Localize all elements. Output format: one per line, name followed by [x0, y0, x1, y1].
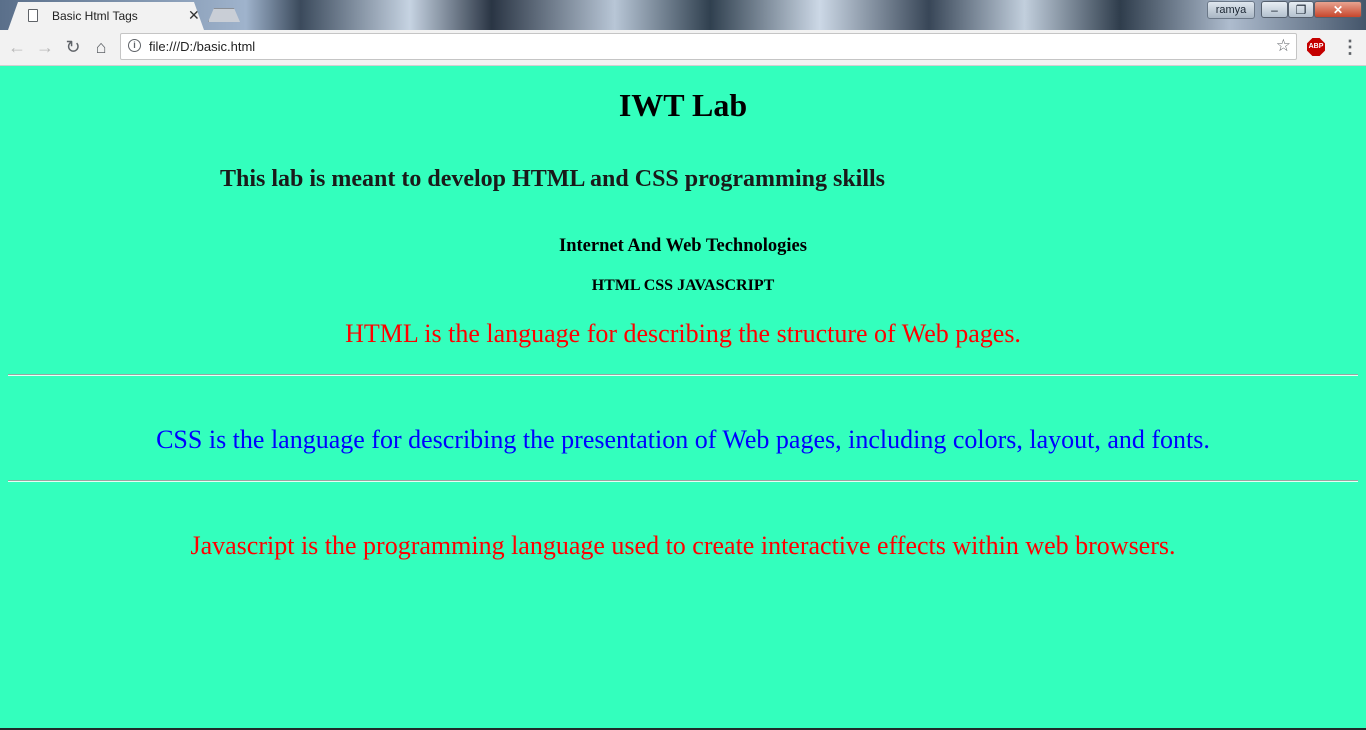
profile-button[interactable]: ramya — [1207, 1, 1255, 19]
javascript-paragraph: Javascript is the programming language u… — [190, 531, 1176, 560]
maximize-button[interactable]: ❐ — [1288, 1, 1314, 18]
close-window-button[interactable]: ✕ — [1314, 1, 1362, 18]
page-heading: IWT Lab — [618, 87, 748, 123]
topics-heading: HTML CSS JAVASCRIPT — [591, 277, 775, 294]
forward-arrow-icon[interactable]: → — [35, 37, 55, 57]
page-content: IWT Lab This lab is meant to develop HTM… — [0, 66, 1366, 728]
browser-toolbar: ← → ↻ ⌂ i file:///D:/basic.html ☆ ABP ⋮ — [0, 30, 1366, 66]
page-icon — [28, 9, 38, 22]
bookmark-star-icon[interactable]: ☆ — [1276, 36, 1291, 56]
tab-title: Basic Html Tags — [52, 9, 138, 23]
html-paragraph: HTML is the language for describing the … — [345, 319, 1021, 348]
lab-description-heading: This lab is meant to develop HTML and CS… — [220, 166, 886, 192]
new-tab-button[interactable] — [208, 8, 240, 22]
reload-icon[interactable]: ↻ — [63, 37, 83, 57]
horizontal-rule — [8, 480, 1358, 482]
browser-menu-icon[interactable]: ⋮ — [1341, 37, 1359, 57]
url-text[interactable]: file:///D:/basic.html — [149, 39, 255, 54]
address-bar[interactable]: i file:///D:/basic.html ☆ — [120, 33, 1297, 60]
browser-tab[interactable]: Basic Html Tags ✕ — [8, 2, 204, 30]
site-info-icon[interactable]: i — [128, 39, 141, 52]
minimize-button[interactable]: – — [1261, 1, 1288, 18]
adblock-extension-icon[interactable]: ABP — [1307, 38, 1325, 56]
horizontal-rule — [8, 374, 1358, 376]
window-titlebar: Basic Html Tags ✕ ramya – ❐ ✕ — [0, 0, 1366, 30]
tab-close-icon[interactable]: ✕ — [188, 7, 200, 23]
subject-heading: Internet And Web Technologies — [559, 236, 807, 256]
back-arrow-icon[interactable]: ← — [7, 37, 27, 57]
home-icon[interactable]: ⌂ — [91, 37, 111, 57]
css-paragraph: CSS is the language for describing the p… — [156, 425, 1210, 454]
